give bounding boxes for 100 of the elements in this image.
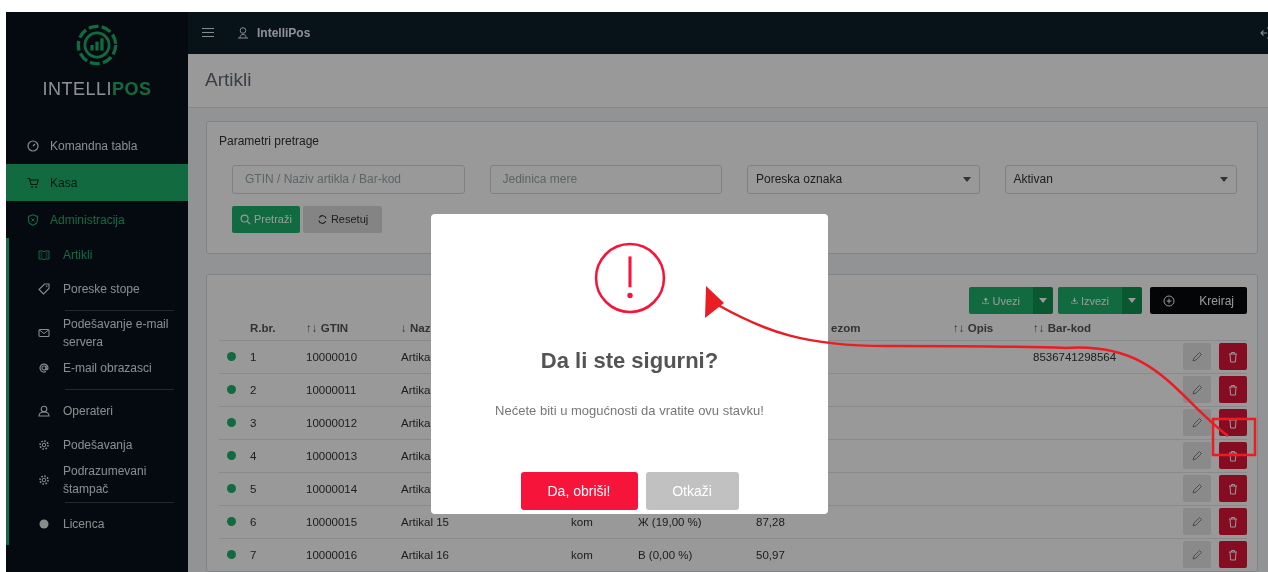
download-icon [1071,295,1078,306]
edit-button[interactable] [1183,541,1211,568]
nav-item[interactable]: Poreske stope [9,272,188,306]
edit-button[interactable] [1183,475,1211,502]
table-cell-text: 10000011 [305,382,358,398]
dropdown-button[interactable] [1122,287,1142,314]
logo-icon [75,23,119,67]
table-cell: Artika [401,383,431,396]
select-field[interactable]: Poreska oznaka [747,164,980,194]
pencil-icon [1191,416,1203,429]
confirm-button[interactable]: Da, obriši! [520,472,638,510]
nav-item[interactable]: Artikli [9,238,188,272]
logo-text: INTELLIPOS [42,79,152,100]
trash-icon [1227,548,1239,561]
shield-icon [27,213,39,226]
table-cell: B (0,00 %) [638,548,693,561]
edit-button[interactable] [1183,442,1211,469]
table-cell-text: 10000015 [305,514,359,530]
delete-button[interactable] [1219,343,1247,370]
column-header[interactable]: ↑↓ Opis [947,315,1027,340]
pencil-icon [1191,383,1203,396]
user-icon[interactable] [237,26,249,40]
refresh-icon [316,213,328,225]
delete-button[interactable] [1219,475,1247,502]
delete-button[interactable] [1219,376,1247,403]
text-field[interactable]: Jedinica mere [489,164,722,194]
edit-button[interactable] [1183,508,1211,535]
gauge-icon [27,139,39,152]
table-cell: Artika [401,350,431,363]
nav-item[interactable]: Podešavanja [9,428,188,462]
trash-icon [1227,482,1239,495]
table-cell-text: 4 [249,448,258,464]
nav-item[interactable]: Podrazumevani štampač [9,462,188,498]
table-cell-text: kom [570,514,594,530]
badge-icon [38,518,50,530]
caret-icon [1220,176,1228,182]
column-header[interactable]: ↑↓ Bar-kod [1027,315,1167,340]
import-button[interactable]: Uvezi [969,287,1033,314]
user-name[interactable]: IntelliPos [257,25,311,40]
table-cell-text: 2 [249,382,258,398]
nav-item[interactable]: Operateri [9,394,188,428]
table-cell-text: 10000010 [305,349,359,365]
nav-item[interactable]: Podešavanje e-mail servera [9,315,188,351]
edit-button[interactable] [1183,409,1211,436]
pencil-icon [1191,350,1203,363]
table-cell: Artikal 16 [401,548,449,561]
table-cell-text: 5 [249,481,258,497]
user-icon [38,405,50,417]
pencil-icon [1191,449,1203,462]
export-button[interactable]: Izvezi [1058,287,1122,314]
table-cell: Artikal 15 [401,515,449,528]
trash-icon [1227,449,1239,462]
edit-button[interactable] [1183,343,1211,370]
panel-title: Parametri pretrage [219,133,321,148]
table-cell-text: 3 [249,415,258,431]
upload-icon [982,295,990,306]
table-cell: Ж (19,00 %) [638,515,702,528]
caret-icon [962,176,971,182]
table-cell-text: kom [570,547,594,563]
table-cell-text: 7 [249,547,258,563]
delete-button[interactable] [1219,442,1247,469]
tag-icon [38,283,50,295]
nav-item[interactable]: Licenca [9,507,188,541]
gear-icon [38,439,50,451]
table-cell: Artika [401,416,431,429]
edit-button[interactable] [1183,376,1211,403]
table-cell-text: 6 [249,514,258,530]
delete-button[interactable] [1219,508,1247,535]
nav-item[interactable]: Administracija [6,201,188,238]
create-button[interactable]: Kreiraj [1150,287,1247,314]
table-cell: Artika [401,482,431,495]
reset-button[interactable]: Resetuj [302,205,383,233]
nav-item[interactable]: E-mail obrazasci [9,351,188,385]
trash-icon [1227,383,1239,396]
logout-icon[interactable] [1260,26,1268,39]
pencil-icon [1191,482,1203,495]
column-header[interactable]: R.br. [244,315,300,340]
page-title: Artikli [205,69,252,92]
gear-icon [38,474,50,486]
trash-icon [1227,350,1239,363]
plus-icon [1163,294,1175,307]
table-cell: 50,97 [756,548,785,561]
table-cell-text: 8536741298564 [1032,349,1118,365]
search-icon [240,213,251,225]
delete-button[interactable] [1219,541,1247,568]
nav-item[interactable]: Kasa [6,164,188,201]
warning-icon [593,242,666,314]
table-cell-text: 10000014 [305,481,359,497]
table-cell-text: 1 [249,349,258,365]
table-cell-text: 10000012 [305,415,359,431]
text-field[interactable]: GTIN / Naziv artikla / Bar-kod [232,164,465,194]
at-sign-icon [38,362,50,374]
nav-item[interactable]: Komandna tabla [6,127,188,164]
select-field[interactable]: Aktivan [1004,164,1237,194]
trash-icon [1227,515,1239,528]
dialog-title: Da li ste sigurni? [540,348,719,374]
column-header[interactable]: ↑↓ GTIN [300,315,395,340]
dropdown-button[interactable] [1033,287,1053,314]
menu-icon[interactable] [202,27,214,39]
pencil-icon [1191,515,1203,528]
